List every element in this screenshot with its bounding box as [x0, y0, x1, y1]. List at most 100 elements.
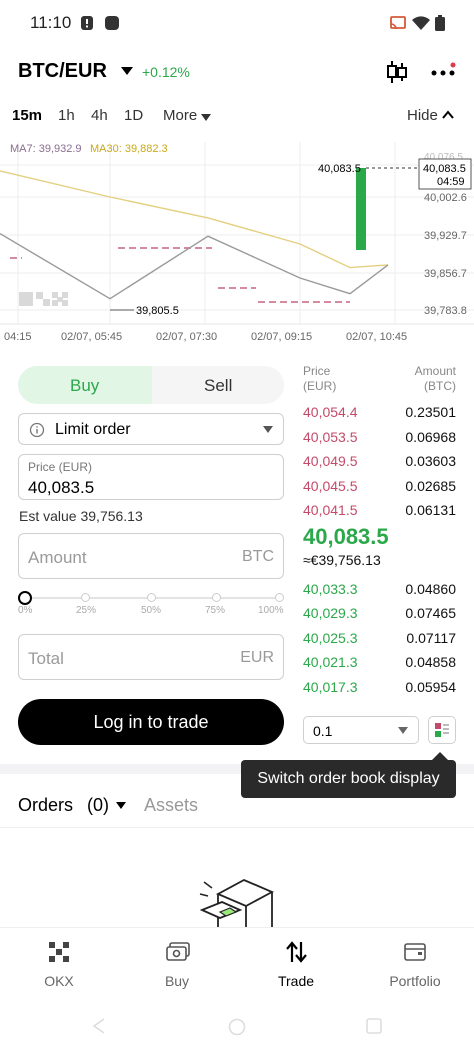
bid-price: 40,025.3: [303, 630, 358, 646]
bid-row[interactable]: 40,021.3 0.04858: [303, 650, 456, 674]
x-tick-2: 02/07, 07:30: [156, 331, 217, 343]
okx-logo-icon: [49, 942, 69, 962]
price-input[interactable]: Price (EUR) 40,083.5: [18, 454, 284, 500]
orders-tab[interactable]: Orders: [18, 795, 73, 816]
caret-down-icon[interactable]: [116, 802, 126, 809]
bid-price: 40,033.3: [303, 581, 358, 597]
current-price-box: 40,083.5 04:59: [418, 158, 472, 190]
ask-row[interactable]: 40,053.5 0.06968: [303, 425, 456, 449]
orders-tabs: Orders (0) Assets: [0, 784, 474, 828]
mid-price: 40,083.5: [303, 524, 389, 549]
timeframe-4h[interactable]: 4h: [91, 107, 108, 124]
more-options-icon[interactable]: [430, 60, 456, 84]
orders-count: (0): [87, 795, 109, 815]
ask-amount: 0.03603: [405, 453, 456, 469]
nav-okx-label: OKX: [44, 973, 74, 989]
amount-slider[interactable]: 0% 25% 50% 75% 100%: [18, 588, 284, 618]
timeframe-15m[interactable]: 15m: [12, 107, 42, 124]
trade-arrows-icon: [286, 941, 307, 963]
hide-chart-button[interactable]: Hide: [407, 107, 438, 124]
nav-okx[interactable]: OKX: [0, 928, 118, 1000]
chevron-up-icon[interactable]: [442, 110, 454, 120]
depth-select-value: 0.1: [313, 723, 333, 739]
nav-buy[interactable]: Buy: [118, 928, 236, 1000]
x-tick-0: 04:15: [4, 331, 32, 343]
recents-icon[interactable]: [366, 1018, 382, 1034]
info-icon: [29, 422, 45, 438]
price-chart[interactable]: MA7: 39,932.9 MA30: 39,882.3 40,083.5 39…: [0, 132, 474, 347]
slider-label-75: 75%: [205, 605, 226, 616]
ask-price: 40,049.5: [303, 453, 358, 469]
timeframe-1h[interactable]: 1h: [58, 107, 75, 124]
slider-handle[interactable]: [18, 591, 32, 605]
chevron-down-icon: [263, 426, 273, 433]
y-tick-1: 40,002.6: [424, 192, 467, 204]
x-tick-3: 02/07, 09:15: [251, 331, 312, 343]
login-to-trade-button[interactable]: Log in to trade: [18, 699, 284, 745]
chevron-down-icon[interactable]: [201, 114, 211, 121]
bid-amount: 0.07465: [405, 605, 456, 621]
amount-input[interactable]: Amount BTC: [18, 533, 284, 579]
home-icon[interactable]: [228, 1018, 246, 1036]
bid-row[interactable]: 40,033.3 0.04860: [303, 577, 456, 601]
y-tick-2: 39,929.7: [424, 230, 467, 242]
order-book-layout-icon: [435, 723, 449, 737]
timeframe-more[interactable]: More: [163, 107, 197, 124]
x-tick-1: 02/07, 05:45: [61, 331, 122, 343]
bid-row[interactable]: 40,017.3 0.05954: [303, 675, 456, 699]
nav-trade[interactable]: Trade: [237, 928, 355, 1000]
wallet-icon: [404, 943, 426, 961]
y-tick-4: 39,783.8: [424, 305, 467, 317]
bid-amount: 0.07117: [406, 630, 456, 646]
bid-row[interactable]: 40,025.3 0.07117: [303, 626, 456, 650]
ask-row[interactable]: 40,054.4 0.23501: [303, 400, 456, 424]
sell-tab-label: Sell: [204, 376, 233, 395]
ask-amount: 0.23501: [405, 404, 456, 420]
ask-amount: 0.06131: [405, 502, 456, 518]
last-price-label: 40,083.5: [318, 163, 361, 175]
ask-price: 40,041.5: [303, 502, 358, 518]
sell-tab[interactable]: Sell: [152, 366, 284, 404]
ask-row[interactable]: 40,041.5 0.06131: [303, 498, 456, 522]
battery-icon: [435, 15, 445, 31]
price-change-badge: +0.12%: [142, 64, 190, 80]
ob-price-header-unit: (EUR): [303, 379, 337, 393]
buy-tab[interactable]: Buy: [18, 366, 152, 404]
est-value-text: Est value 39,756.13: [19, 508, 143, 524]
bid-amount: 0.04858: [405, 654, 456, 670]
caret-down-icon[interactable]: [120, 66, 134, 76]
candle-countdown: 04:59: [437, 176, 465, 188]
bid-price: 40,017.3: [303, 679, 358, 695]
ob-amount-header-label: Amount: [414, 364, 456, 378]
slider-stop-50[interactable]: [147, 593, 156, 602]
depth-select[interactable]: 0.1: [303, 716, 419, 744]
total-input[interactable]: Total EUR: [18, 634, 284, 680]
assets-tab[interactable]: Assets: [144, 795, 198, 816]
chevron-down-icon: [398, 727, 408, 734]
slider-stop-100[interactable]: [275, 593, 284, 602]
ask-row[interactable]: 40,045.5 0.02685: [303, 474, 456, 498]
candlestick-chart-icon[interactable]: [386, 60, 408, 84]
amount-unit: BTC: [242, 548, 274, 565]
timeframe-1d[interactable]: 1D: [124, 107, 143, 124]
pair-selector[interactable]: BTC/EUR: [18, 60, 107, 83]
ob-amount-header-unit: (BTC): [424, 379, 456, 393]
slider-label-100: 100%: [258, 605, 284, 616]
nav-portfolio[interactable]: Portfolio: [356, 928, 474, 1000]
system-nav-bar: [0, 1000, 474, 1053]
slider-label-25: 25%: [76, 605, 97, 616]
bid-row[interactable]: 40,029.3 0.07465: [303, 601, 456, 625]
cast-icon: [390, 16, 406, 30]
order-type-select[interactable]: Limit order: [18, 413, 284, 445]
ob-amount-header: Amount (BTC): [400, 364, 456, 394]
ask-row[interactable]: 40,049.5 0.03603: [303, 449, 456, 473]
mid-price-eur: ≈€39,756.13: [303, 552, 381, 568]
back-icon[interactable]: [92, 1018, 106, 1034]
slider-stop-75[interactable]: [212, 593, 221, 602]
order-book-display-button[interactable]: [428, 716, 456, 744]
slider-stop-25[interactable]: [81, 593, 90, 602]
ma7-legend: MA7: 39,932.9: [10, 143, 82, 155]
bid-amount: 0.05954: [405, 679, 456, 695]
ma30-legend: MA30: 39,882.3: [90, 143, 168, 155]
ob-price-header-label: Price: [303, 364, 331, 378]
